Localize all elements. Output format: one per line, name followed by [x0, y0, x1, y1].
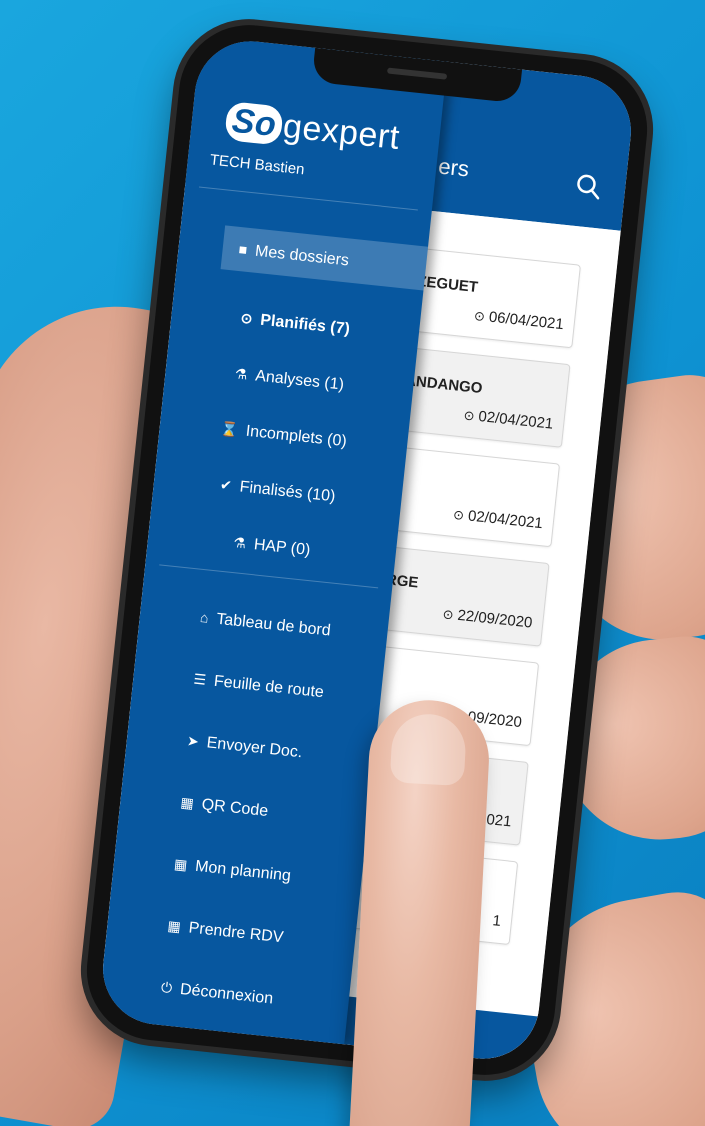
menu-label: HAP (0): [253, 536, 312, 560]
clock-icon: ⊙: [239, 309, 254, 327]
clock-icon: ⊙: [473, 307, 486, 325]
menu-label: Planifiés (7): [259, 311, 351, 338]
user-name: TECH Bastien: [209, 151, 306, 179]
menu-item-envoyer-doc[interactable]: ➤ Envoyer Doc.: [125, 712, 376, 782]
clock-icon: ⊙: [441, 606, 455, 623]
dossier-date: ⊙ 02/04/2021: [462, 407, 555, 433]
folder-icon: ■: [237, 240, 249, 258]
menu-item-prendre-rdv[interactable]: ▦ Prendre RDV: [106, 897, 357, 967]
menu-label: Envoyer Doc.: [205, 734, 304, 762]
menu-item-mes-dossiers[interactable]: ■ Mes dossiers: [220, 225, 429, 291]
dossier-date: ⊙ 22/09/2020: [441, 606, 534, 632]
flask-icon: ⚗: [232, 534, 247, 552]
app-logo: Sogexpert: [224, 101, 402, 158]
search-icon[interactable]: [574, 172, 603, 201]
dossier-date: 1: [491, 912, 502, 930]
menu-item-tableau-de-bord[interactable]: ⌂ Tableau de bord: [138, 589, 389, 659]
menu-label: Finalisés (10): [238, 478, 337, 506]
calendar-icon: ▦: [173, 855, 189, 873]
menu-item-deconnexion[interactable]: ⏻ Déconnexion: [99, 959, 350, 1029]
qrcode-icon: ▦: [179, 793, 195, 812]
dossier-date: 021: [485, 811, 513, 831]
clock-icon: ⊙: [462, 407, 476, 424]
menu-label: Incomplets (0): [244, 422, 348, 451]
clock-icon: ⊙: [452, 506, 465, 523]
fingernail: [389, 712, 468, 787]
pointing-finger: [348, 697, 492, 1126]
dossier-date: ⊙ 06/04/2021: [473, 307, 565, 334]
dossier-date: ⊙ 02/04/2021: [452, 506, 544, 533]
page-title: ers: [437, 153, 471, 182]
menu-item-feuille-de-route[interactable]: ☰ Feuille de route: [132, 650, 383, 720]
menu-label: Tableau de bord: [215, 610, 332, 640]
check-icon: ✔: [219, 476, 233, 494]
menu-label: QR Code: [200, 796, 269, 821]
speaker-grille: [386, 67, 448, 80]
menu-label: Mes dossiers: [254, 242, 350, 270]
menu-label: Analyses (1): [254, 367, 345, 394]
power-icon: ⏻: [160, 978, 174, 996]
menu-label: Mon planning: [194, 857, 292, 885]
calendar-icon: ▦: [166, 917, 182, 935]
flask-icon: ⚗: [234, 365, 249, 383]
menu-label: Prendre RDV: [187, 919, 285, 947]
divider: [198, 186, 418, 211]
menu-item-qr-code[interactable]: ▦ QR Code: [119, 774, 370, 844]
menu-label: Déconnexion: [179, 980, 274, 1008]
menu-item-mon-planning[interactable]: ▦ Mon planning: [112, 835, 363, 905]
menu-item-hap[interactable]: ⚗ HAP (0): [146, 511, 397, 581]
send-icon: ➤: [186, 732, 200, 750]
menu-label: Feuille de route: [213, 672, 325, 702]
list-icon: ☰: [192, 670, 207, 688]
hourglass-icon: ⌛: [219, 420, 239, 438]
home-icon: ⌂: [199, 608, 210, 626]
background: ers EZEGUET ⊙ 06/04/2021 FANDANGO ⊙ 02/04/…: [0, 0, 705, 1126]
